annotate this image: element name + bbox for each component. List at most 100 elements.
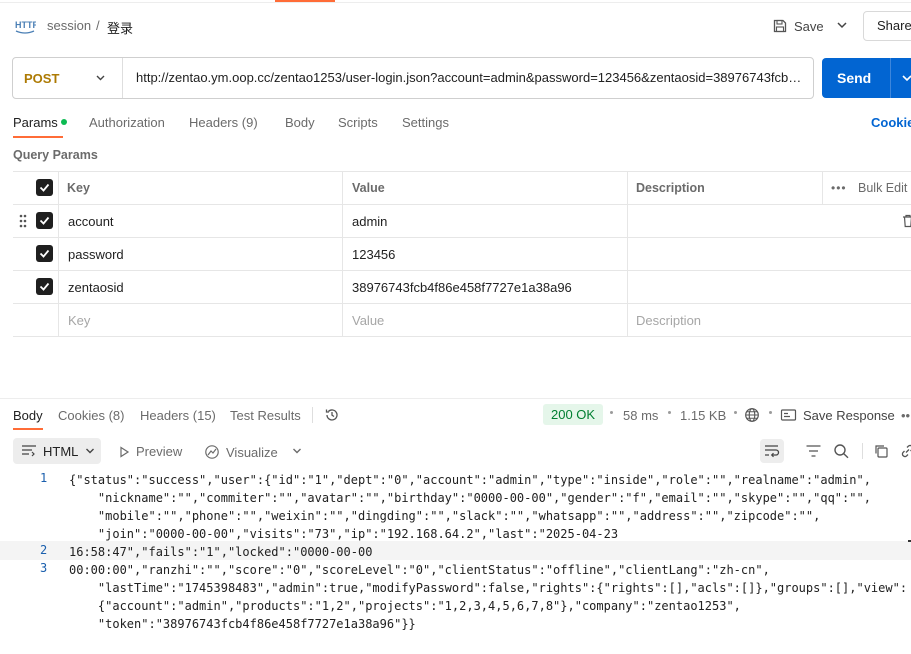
response-tab-cookies-count: (8) <box>108 408 125 423</box>
breadcrumb-separator: / <box>96 18 100 33</box>
response-tab-body[interactable]: Body <box>13 408 43 423</box>
select-all-checkbox[interactable] <box>36 179 53 196</box>
status-badge[interactable]: 200 OK <box>543 404 603 425</box>
response-size[interactable]: 1.15 KB <box>680 408 726 423</box>
param-key[interactable]: zentaosid <box>68 280 124 295</box>
row-checkbox[interactable] <box>36 245 53 262</box>
dot-separator <box>769 411 772 414</box>
response-tab-test-results[interactable]: Test Results <box>230 408 301 423</box>
save-label: Save <box>794 18 824 34</box>
params-table: Key Value Description ••• Bulk Edit acco… <box>13 171 911 337</box>
param-value[interactable]: 123456 <box>352 247 395 262</box>
response-tab-headers-label: Headers <box>140 408 190 423</box>
new-param-row: Key Value Description <box>13 304 911 337</box>
chevron-down-icon <box>96 75 105 81</box>
play-icon <box>120 445 130 458</box>
dot-separator <box>668 411 671 414</box>
history-icon[interactable] <box>324 407 340 423</box>
response-divider <box>0 398 911 399</box>
tab-scripts[interactable]: Scripts <box>338 115 378 130</box>
column-description: Description <box>636 181 705 195</box>
drag-handle-icon[interactable] <box>19 214 27 228</box>
send-options-button[interactable] <box>890 58 911 98</box>
query-params-title: Query Params <box>13 148 98 162</box>
preview-label: Preview <box>136 444 183 459</box>
save-response-button[interactable]: Save Response <box>803 408 895 423</box>
params-indicator-dot <box>60 118 67 125</box>
tab-params-label: Params <box>13 115 58 130</box>
line-number: 3 <box>40 561 48 575</box>
more-options-icon[interactable]: •• <box>901 408 910 423</box>
url-input[interactable]: http://zentao.ym.oop.cc/zentao1253/user-… <box>136 70 806 85</box>
method-label: POST <box>24 71 60 86</box>
row-checkbox[interactable] <box>36 278 53 295</box>
tab-headers[interactable]: Headers (9) <box>189 115 258 130</box>
param-value[interactable]: 38976743fcb4f86e458f7727e1a38a96 <box>352 280 572 295</box>
column-value: Value <box>352 181 385 195</box>
chevron-down-icon <box>902 75 911 82</box>
cookies-link[interactable]: Cookies <box>871 115 911 130</box>
breadcrumb-parent[interactable]: session <box>47 18 91 33</box>
top-divider <box>0 2 911 3</box>
param-value[interactable]: admin <box>352 214 387 229</box>
response-time[interactable]: 58 ms <box>623 408 658 423</box>
preview-button[interactable]: Preview <box>118 444 182 459</box>
new-value-input[interactable]: Value <box>352 313 384 328</box>
tab-settings[interactable]: Settings <box>402 115 449 130</box>
param-key[interactable]: account <box>68 214 114 229</box>
wrap-lines-button[interactable] <box>760 439 784 463</box>
new-description-input[interactable]: Description <box>636 313 701 328</box>
row-checkbox[interactable] <box>36 212 53 229</box>
tab-body[interactable]: Body <box>285 115 315 130</box>
send-button[interactable]: Send <box>822 58 890 98</box>
globe-icon[interactable] <box>744 407 760 423</box>
response-tab-underline <box>13 428 43 430</box>
divider <box>312 407 313 423</box>
chevron-down-icon <box>86 448 94 454</box>
visualize-icon <box>205 445 219 459</box>
dot-separator <box>610 411 613 414</box>
visualize-label: Visualize <box>226 444 278 460</box>
code-text: {"status":"success","user":{"id":"1","de… <box>69 473 871 541</box>
response-tab-headers[interactable]: Headers (15) <box>140 408 216 423</box>
response-tab-cookies-label: Cookies <box>58 408 105 423</box>
more-options-icon[interactable]: ••• <box>831 181 847 195</box>
dot-separator <box>734 411 737 414</box>
param-key[interactable]: password <box>68 247 124 262</box>
tab-headers-label: Headers <box>189 115 239 130</box>
new-key-input[interactable]: Key <box>68 313 90 328</box>
table-header-row: Key Value Description ••• Bulk Edit <box>13 172 911 205</box>
tab-headers-count: (9) <box>241 115 258 130</box>
line-number: 1 <box>40 471 48 485</box>
breadcrumb-current[interactable]: 登录 <box>107 18 133 37</box>
code-format-icon <box>22 445 36 457</box>
tab-underline <box>13 136 63 138</box>
code-text: 00:00:00","ranzhi":"","score":"0","score… <box>69 563 908 631</box>
save-response-icon <box>780 409 797 421</box>
tab-params[interactable]: Params <box>13 115 67 130</box>
divider <box>862 443 863 459</box>
link-icon[interactable] <box>899 443 911 459</box>
chevron-down-icon[interactable] <box>291 445 303 457</box>
visualize-button[interactable]: Visualize <box>204 444 278 460</box>
filter-icon[interactable] <box>805 443 822 459</box>
table-row: password 123456 <box>13 238 911 271</box>
format-label: HTML <box>43 444 79 459</box>
chevron-down-icon[interactable] <box>835 18 849 32</box>
share-button[interactable]: Share <box>863 11 911 41</box>
table-row: zentaosid 38976743fcb4f86e458f7727e1a38a… <box>13 271 911 304</box>
search-icon[interactable] <box>833 443 850 459</box>
wrap-icon <box>765 445 780 458</box>
code-text: 16:58:47","fails":"1","locked":"0000-00-… <box>69 545 373 559</box>
copy-icon[interactable] <box>873 443 890 459</box>
trash-icon[interactable] <box>902 214 911 228</box>
save-button[interactable]: Save <box>772 14 824 38</box>
response-tab-headers-count: (15) <box>192 408 216 423</box>
save-icon <box>773 19 787 33</box>
bulk-edit-button[interactable]: Bulk Edit <box>858 181 907 195</box>
tab-authorization[interactable]: Authorization <box>89 115 165 130</box>
column-key: Key <box>67 181 90 195</box>
table-row: account admin <box>13 205 911 238</box>
svg-text:HTTP: HTTP <box>15 20 36 30</box>
response-tab-cookies[interactable]: Cookies (8) <box>58 408 124 423</box>
